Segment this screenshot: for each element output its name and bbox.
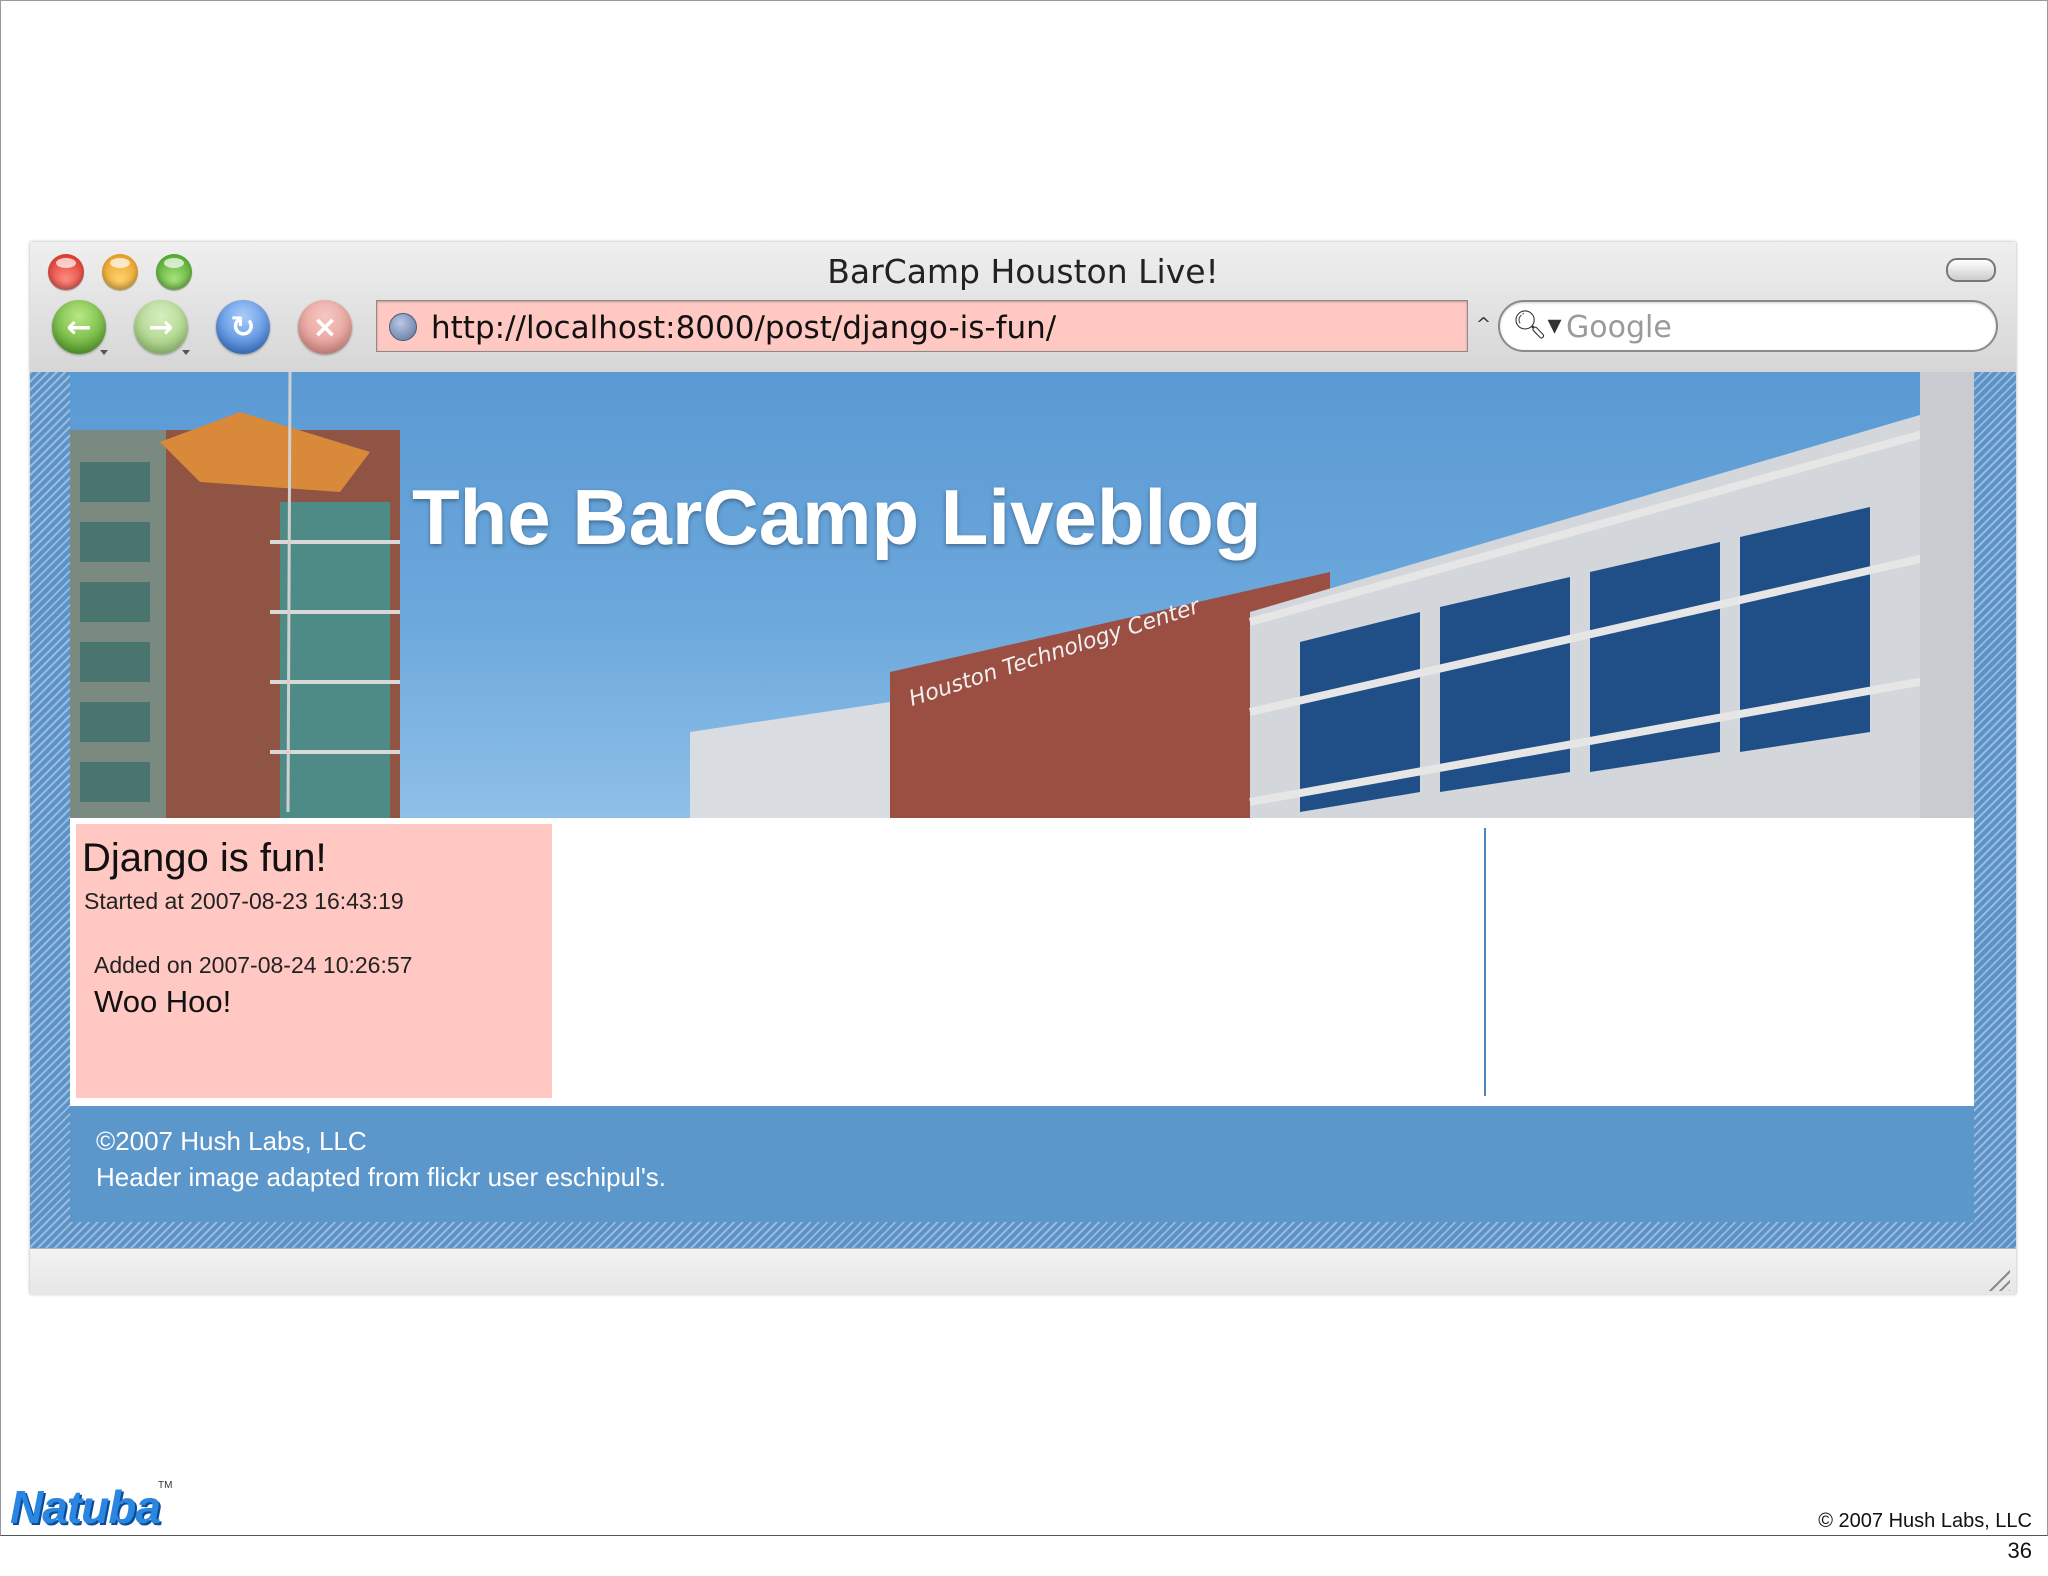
globe-icon [389, 313, 417, 341]
building-photo [70, 372, 1974, 818]
search-icon[interactable]: 🔍︎▾ [1512, 308, 1562, 341]
back-button[interactable]: ← [52, 300, 106, 354]
blog-page: Houston Technology Center The BarCamp Li… [70, 372, 1974, 1222]
back-arrow-icon: ← [66, 309, 92, 345]
window-title: BarCamp Houston Live! [827, 252, 1219, 291]
status-bar [30, 1248, 2016, 1295]
address-bar[interactable]: http://localhost:8000/post/django-is-fun… [376, 300, 1468, 352]
footer-credit: Header image adapted from flickr user es… [96, 1162, 667, 1192]
reload-button[interactable]: ↻ [216, 300, 270, 354]
forward-history-chevron-icon[interactable] [182, 350, 190, 355]
blog-title: The BarCamp Liveblog [412, 473, 1262, 561]
back-history-chevron-icon[interactable] [100, 350, 108, 355]
page-footer: ©2007 Hush Labs, LLC Header image adapte… [70, 1106, 1974, 1222]
stop-icon: × [312, 309, 338, 345]
search-placeholder: Google [1566, 310, 1672, 345]
natuba-logo: Natuba [10, 1481, 161, 1533]
stop-button[interactable]: × [298, 300, 352, 354]
post-card: Django is fun! Started at 2007-08-23 16:… [76, 824, 552, 1098]
slide-number: 36 [2007, 1538, 2032, 1563]
footer-copyright: ©2007 Hush Labs, LLC [96, 1126, 367, 1156]
title-bar: BarCamp Houston Live! ← → ↻ × http://loc… [30, 242, 2016, 373]
post-title: Django is fun! [82, 836, 327, 880]
entry-text: Woo Hoo! [94, 984, 232, 1019]
search-input[interactable]: 🔍︎▾ Google [1498, 300, 1998, 352]
forward-arrow-icon: → [148, 309, 174, 345]
reload-icon: ↻ [230, 309, 256, 345]
post-started-time: Started at 2007-08-23 16:43:19 [84, 888, 404, 914]
header-image: Houston Technology Center The BarCamp Li… [70, 372, 1974, 818]
toolbar-toggle-button[interactable] [1946, 258, 1996, 282]
glass-tower-right [280, 502, 390, 818]
low-building [690, 702, 890, 818]
slide-copyright: © 2007 Hush Labs, LLC [1818, 1510, 2032, 1532]
web-content-area: Houston Technology Center The BarCamp Li… [30, 372, 2016, 1248]
logo-trademark: TM [158, 1480, 173, 1491]
snapback-chevron-icon[interactable]: ^ [1476, 314, 1491, 335]
address-url[interactable]: http://localhost:8000/post/django-is-fun… [431, 310, 1056, 346]
sidebar-divider [1484, 828, 1486, 1096]
resize-grip-icon[interactable] [1986, 1267, 2010, 1291]
forward-button[interactable]: → [134, 300, 188, 354]
browser-window: BarCamp Houston Live! ← → ↻ × http://loc… [30, 242, 2016, 1295]
entry-date: Added on 2007-08-24 10:26:57 [94, 952, 413, 978]
